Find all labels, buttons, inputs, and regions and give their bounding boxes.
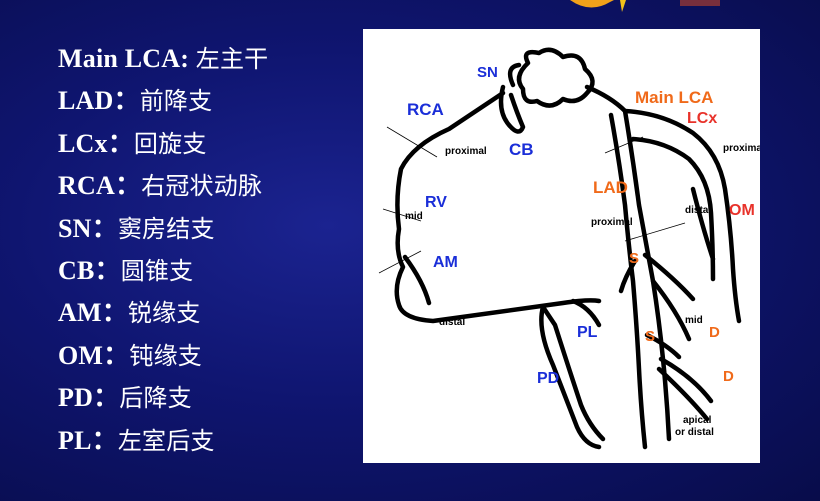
legend-abbr: Main LCA: [58, 44, 181, 73]
label-lad-proximal: proximal: [591, 217, 633, 228]
tick-lcx: [604, 136, 644, 154]
coronary-artery-diagram: SN RCA proximal CB RV mid AM distal PL P…: [378, 47, 760, 450]
legend-separator: ：: [113, 86, 140, 116]
legend-abbr: OM: [58, 340, 104, 370]
label-am: AM: [433, 254, 458, 271]
abbreviation-legend: Main LCA: 左主干 LAD：前降支 LCx：回旋支 RCA：右冠状动脉 SN：窦…: [58, 38, 268, 462]
legend-item-am: AM：锐缘支: [58, 292, 268, 334]
legend-item-sn: SN：窦房结支: [58, 208, 268, 250]
label-pd: PD: [537, 370, 559, 387]
label-main-lca: Main LCA: [635, 88, 713, 107]
legend-item-pd: PD：后降支: [58, 377, 268, 419]
legend-meaning: 圆锥支: [120, 257, 194, 286]
legend-item-lad: LAD：前降支: [58, 80, 268, 122]
label-rca: RCA: [407, 100, 444, 119]
aortic-root: [516, 47, 595, 108]
legend-abbr: PL: [58, 425, 92, 455]
label-rca-mid: mid: [405, 211, 423, 222]
legend-separator: ：: [101, 298, 128, 328]
legend-meaning: 钝缘支: [129, 341, 202, 370]
label-rv: RV: [425, 194, 447, 211]
legend-separator: ：: [107, 128, 134, 158]
legend-separator: ：: [114, 171, 142, 201]
legend-meaning: 回旋支: [133, 129, 207, 158]
label-apical: apical: [683, 415, 712, 426]
logo-swoosh: [570, 0, 720, 12]
label-septal-1: S: [629, 250, 639, 267]
label-apical-or-distal: or distal: [675, 427, 714, 438]
label-cb: CB: [509, 140, 534, 159]
legend-item-om: OM：钝缘支: [58, 335, 268, 377]
lad-inner-vessel: [608, 112, 648, 450]
legend-meaning: 左室后支: [117, 426, 215, 455]
tick-lad: [624, 222, 686, 242]
legend-abbr: LCx: [58, 128, 108, 158]
legend-meaning: 前降支: [139, 87, 213, 116]
legend-separator: ：: [91, 425, 118, 455]
legend-separator: ：: [91, 213, 118, 243]
label-lcx-proximal: proximal: [723, 143, 760, 154]
label-om: OM: [729, 202, 755, 219]
legend-abbr: AM: [58, 298, 102, 328]
label-lad: LAD: [593, 178, 628, 197]
legend-abbr: PD: [58, 383, 94, 413]
pl-branch: [570, 298, 602, 328]
legend-separator: ：: [103, 340, 130, 370]
legend-item-lcx: LCx：回旋支: [58, 123, 268, 165]
legend-abbr: RCA: [58, 171, 115, 201]
legend-separator: ：: [93, 383, 120, 413]
label-pl: PL: [577, 324, 598, 341]
legend-abbr: SN: [58, 213, 92, 243]
legend-item-rca: RCA：右冠状动脉: [58, 165, 268, 207]
label-diagonal-1: D: [709, 324, 720, 341]
legend-item-pl: PL：左室后支: [58, 420, 268, 462]
legend-item-cb: CB：圆锥支: [58, 250, 268, 292]
legend-meaning: 后降支: [119, 384, 192, 413]
label-diagonal-2: D: [723, 368, 734, 385]
legend-item-main-lca: Main LCA: 左主干: [58, 38, 268, 80]
label-rca-proximal: proximal: [445, 146, 487, 157]
legend-separator: ：: [94, 256, 121, 286]
legend-abbr: CB: [58, 256, 95, 286]
label-lcx: LCx: [687, 110, 717, 127]
legend-meaning: 右冠状动脉: [141, 172, 263, 201]
label-sn: SN: [477, 64, 498, 81]
legend-meaning: 锐缘支: [127, 299, 201, 328]
label-septal-2: S: [645, 328, 655, 345]
legend-separator: :: [180, 44, 196, 73]
coronary-diagram-panel: SN RCA proximal CB RV mid AM distal PL P…: [363, 29, 760, 463]
legend-meaning: 左主干: [195, 45, 269, 73]
label-lad-mid: mid: [685, 315, 703, 326]
label-rca-distal: distal: [439, 317, 465, 328]
am-branch: [402, 254, 432, 306]
label-lcx-distal: distal: [685, 205, 711, 216]
main-lca-vessel: [584, 84, 628, 114]
legend-abbr: LAD: [58, 86, 114, 116]
legend-meaning: 窦房结支: [117, 214, 215, 243]
